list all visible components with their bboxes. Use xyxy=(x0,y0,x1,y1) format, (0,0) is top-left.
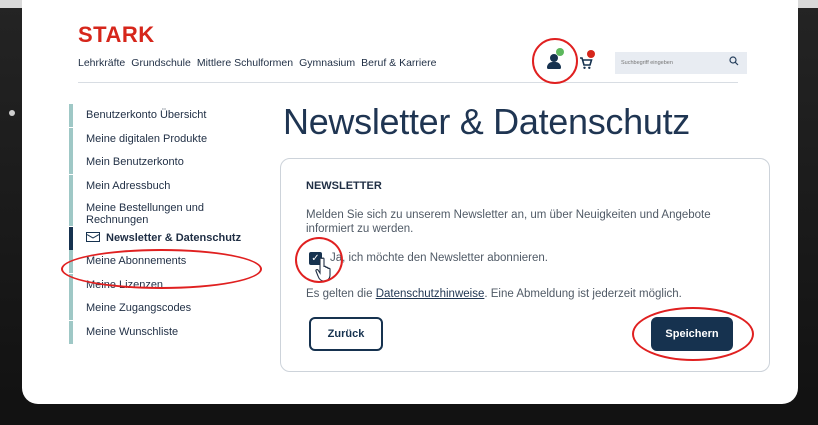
nav-item-mittlere-schulformen[interactable]: Mittlere Schulformen xyxy=(197,57,293,69)
search-icon[interactable] xyxy=(729,56,739,69)
privacy-link[interactable]: Datenschutzhinweise xyxy=(376,288,485,300)
nav-item-beruf-karriere[interactable]: Beruf & Karriere xyxy=(361,57,436,69)
newsletter-heading: NEWSLETTER xyxy=(306,180,382,192)
account-status-badge xyxy=(556,48,564,56)
back-button[interactable]: Zurück xyxy=(309,317,383,351)
user-icon[interactable] xyxy=(547,48,564,70)
sidebar-item-digital-products[interactable]: Meine digitalen Produkte xyxy=(69,127,259,151)
sidebar-item-wishlist[interactable]: Meine Wunschliste xyxy=(69,320,259,344)
privacy-suffix: . Eine Abmeldung ist jederzeit möglich. xyxy=(484,288,682,300)
cart-icon[interactable] xyxy=(579,50,595,70)
nav-item-grundschule[interactable]: Grundschule xyxy=(131,57,191,69)
account-sidebar: Benutzerkonto Übersicht Meine digitalen … xyxy=(69,104,259,344)
sidebar-item-licenses[interactable]: Meine Lizenzen xyxy=(69,273,259,297)
page-title: Newsletter & Datenschutz xyxy=(283,101,690,142)
sidebar-item-orders[interactable]: Meine Bestellungen und Rechnungen xyxy=(69,198,259,226)
stark-logo[interactable]: STARK xyxy=(78,22,155,48)
nav-item-gymnasium[interactable]: Gymnasium xyxy=(299,57,355,69)
nav-item-lehrkraefte[interactable]: Lehrkräfte xyxy=(78,57,125,69)
newsletter-checkbox-label[interactable]: Ja, ich möchte den Newsletter abonnieren… xyxy=(330,252,548,264)
privacy-notice: Es gelten die Datenschutzhinweise. Eine … xyxy=(306,288,682,300)
sidebar-item-address-book[interactable]: Mein Adressbuch xyxy=(69,174,259,198)
sidebar-item-subscriptions[interactable]: Meine Abonnements xyxy=(69,250,259,273)
sidebar-item-newsletter-label: Newsletter & Datenschutz xyxy=(106,231,242,244)
cart-count-badge xyxy=(587,50,595,58)
save-button[interactable]: Speichern xyxy=(651,317,733,351)
header-divider xyxy=(78,82,738,83)
main-navigation: Lehrkräfte Grundschule Mittlere Schulfor… xyxy=(78,57,436,69)
sidebar-item-access-codes[interactable]: Meine Zugangscodes xyxy=(69,297,259,320)
newsletter-description: Melden Sie sich zu unserem Newsletter an… xyxy=(306,209,711,235)
privacy-prefix: Es gelten die xyxy=(306,288,376,300)
sidebar-item-newsletter[interactable]: Newsletter & Datenschutz xyxy=(69,226,259,250)
sidebar-item-overview[interactable]: Benutzerkonto Übersicht xyxy=(69,104,259,127)
mail-icon xyxy=(86,231,100,242)
hand-cursor-icon xyxy=(315,257,331,282)
search-input[interactable] xyxy=(621,56,719,70)
search-box xyxy=(615,52,747,74)
tablet-camera xyxy=(9,110,15,116)
sidebar-item-account[interactable]: Mein Benutzerkonto xyxy=(69,151,259,174)
tablet-bottom-bezel xyxy=(0,404,818,425)
